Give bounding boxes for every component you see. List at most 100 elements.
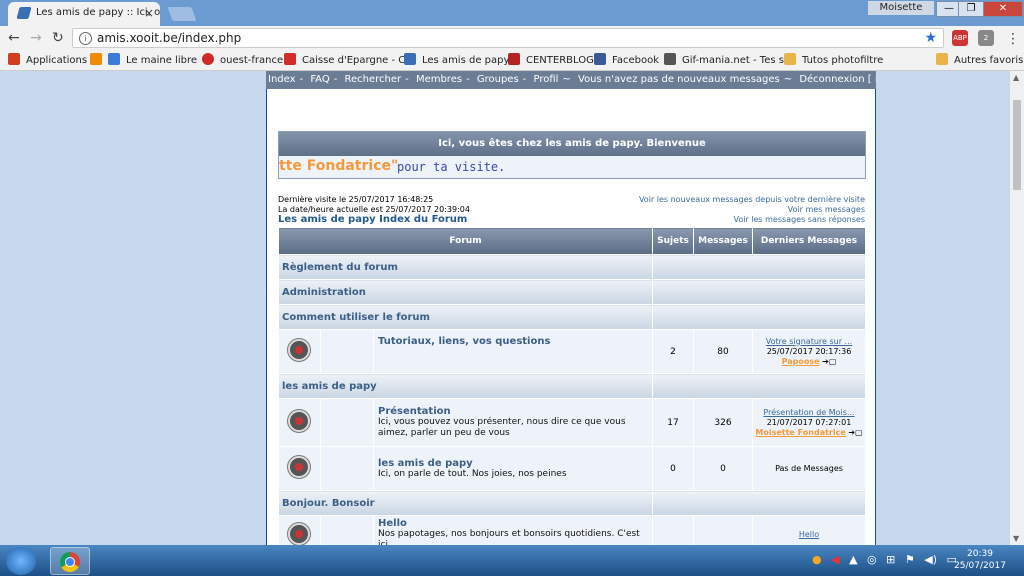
- volume-icon[interactable]: ◀): [924, 553, 937, 566]
- goto-last-post-icon[interactable]: ➔▢: [848, 428, 862, 437]
- category-row: Règlement du forum: [278, 254, 866, 280]
- tray-flag-icon[interactable]: ⚑: [905, 553, 915, 566]
- bookmark-applications[interactable]: Applications: [8, 53, 87, 66]
- last-post-user-link[interactable]: Moisette Fondatrice: [755, 428, 845, 437]
- category-link[interactable]: les amis de papy: [278, 373, 653, 399]
- bookmark-les-amis-de-papy[interactable]: Les amis de papy: [404, 53, 509, 66]
- category-link[interactable]: Règlement du forum: [278, 254, 653, 280]
- chrome-taskbar-button[interactable]: [50, 547, 90, 575]
- reload-icon[interactable]: ↻: [52, 30, 64, 46]
- forward-arrow-icon[interactable]: →: [30, 30, 42, 46]
- forum-link[interactable]: les amis de papy: [378, 458, 648, 469]
- browser-tab[interactable]: Les amis de papy :: Ici, on ×: [8, 2, 160, 26]
- address-bar[interactable]: i amis.xooit.be/index.php ★: [72, 28, 944, 48]
- tray-windows-icon[interactable]: ⊞: [886, 553, 895, 566]
- last-post-link[interactable]: Votre signature sur ...: [753, 337, 865, 347]
- bookmark-tutos-photofiltre[interactable]: Tutos photofiltre: [784, 53, 883, 66]
- forum-index-link[interactable]: Les amis de papy Index du Forum: [278, 215, 470, 225]
- tray-network-icon[interactable]: ◎: [867, 553, 877, 566]
- bookmark-favicon-icon: [108, 53, 120, 65]
- new-tab-button[interactable]: [167, 7, 197, 21]
- tab-close-icon[interactable]: ×: [144, 6, 154, 20]
- folder-icon: [936, 53, 948, 65]
- start-button-icon[interactable]: [6, 547, 36, 575]
- nav-logout-link[interactable]: Déconnexion [ Moisette Fondatrice: [799, 74, 876, 85]
- category-row: Administration: [278, 279, 866, 305]
- last-post-user-link[interactable]: Papoose: [782, 357, 820, 366]
- bookmark-star-icon[interactable]: ★: [924, 29, 937, 47]
- maximize-button[interactable]: ❐: [958, 1, 984, 17]
- profile-button[interactable]: Moisette: [868, 1, 934, 15]
- last-post-cell: Hello: [752, 515, 866, 545]
- scroll-down-icon[interactable]: ▼: [1013, 534, 1019, 543]
- last-post-cell: Pas de Messages: [752, 446, 866, 491]
- bookmark-favicon-icon: [404, 53, 416, 65]
- last-post-date: 25/07/2017 20:17:36: [766, 346, 852, 356]
- forum-status-icon: [288, 456, 310, 478]
- last-post-link[interactable]: Hello: [753, 530, 865, 540]
- nav-members-link[interactable]: Membres: [416, 74, 462, 85]
- bookmark-caisse-epargne[interactable]: Caisse d'Epargne - Ca: [284, 53, 411, 66]
- info-icon[interactable]: i: [79, 32, 92, 45]
- back-arrow-icon[interactable]: ←: [8, 30, 20, 46]
- adblock-extension-icon[interactable]: ABP: [952, 30, 968, 46]
- category-link[interactable]: Administration: [278, 279, 653, 305]
- nav-index-link[interactable]: Index: [268, 74, 296, 85]
- page-viewport: Index - FAQ - Rechercher - Membres - Groupes…: [0, 71, 1010, 545]
- my-messages-link[interactable]: Voir mes messages: [639, 205, 865, 215]
- bookmark-favicon-icon: [784, 53, 796, 65]
- last-post-cell: Présentation de Mois... 21/07/2017 07:27…: [752, 398, 866, 447]
- bookmark-gif-mania[interactable]: Gif-mania.net - Tes si: [664, 53, 787, 66]
- category-link[interactable]: Bonjour. Bonsoir: [278, 490, 653, 516]
- tray-arrow-icon[interactable]: ▲: [849, 553, 857, 566]
- tray-app-icon[interactable]: ●: [812, 553, 822, 566]
- header-last-messages: Derniers Messages: [752, 227, 866, 255]
- url-text: amis.xooit.be/index.php: [97, 31, 242, 45]
- page-scrollbar[interactable]: ▲ ▼: [1010, 71, 1024, 545]
- bookmark-favicon-icon: [664, 53, 676, 65]
- clock-date: 25/07/2017: [954, 561, 1006, 571]
- forum-description: Ici, vous pouvez vous présenter, nous di…: [378, 417, 626, 438]
- forum-table: Forum Sujets Messages Derniers Messages …: [278, 227, 866, 545]
- forum-link[interactable]: Hello: [378, 518, 648, 529]
- tab-title: Les amis de papy :: Ici, on: [36, 7, 160, 18]
- nav-faq-link[interactable]: FAQ: [310, 74, 329, 85]
- new-since-link[interactable]: Voir les nouveaux messages depuis votre …: [639, 195, 865, 205]
- forum-link[interactable]: Présentation: [378, 406, 648, 417]
- last-post-link[interactable]: Présentation de Mois...: [753, 408, 865, 418]
- scroll-up-icon[interactable]: ▲: [1013, 73, 1019, 82]
- bookmark-le-maine-libre[interactable]: Le maine libre: [90, 53, 197, 66]
- extension-icon[interactable]: 2: [978, 30, 994, 46]
- topics-count: [652, 515, 694, 545]
- header-topics: Sujets: [652, 227, 694, 255]
- goto-last-post-icon[interactable]: ➔▢: [822, 357, 836, 366]
- bookmark-facebook[interactable]: Facebook: [594, 53, 659, 66]
- category-row: Comment utiliser le forum: [278, 304, 866, 330]
- forum-status-icon: [288, 523, 310, 545]
- nav-new-messages-link[interactable]: Vous n'avez pas de nouveaux messages: [578, 74, 780, 85]
- scrollbar-thumb[interactable]: [1013, 100, 1021, 190]
- category-row: Bonjour. Bonsoir: [278, 490, 866, 516]
- forum-row: Tutoriaux, liens, vos questions 2 80 Vot…: [278, 329, 866, 374]
- nav-groups-link[interactable]: Groupes: [477, 74, 519, 85]
- nav-profile-link[interactable]: Profil: [533, 74, 558, 85]
- topics-count: 0: [652, 446, 694, 491]
- window-close-button[interactable]: ✕: [983, 1, 1023, 17]
- last-post-cell: Votre signature sur ... 25/07/2017 20:17…: [752, 329, 866, 374]
- unanswered-link[interactable]: Voir les messages sans réponses: [639, 215, 865, 225]
- forum-description: Nos papotages, nos bonjours et bonsoirs …: [378, 529, 640, 545]
- chrome-icon: [60, 552, 80, 572]
- bookmark-ouest-france[interactable]: ouest-france: [202, 53, 283, 66]
- system-tray: ● ◀ ▲ ◎ ⊞ ⚑ ◀) ▭: [812, 553, 963, 566]
- tray-speaker-icon[interactable]: ◀: [831, 553, 839, 566]
- category-link[interactable]: Comment utiliser le forum: [278, 304, 653, 330]
- nav-search-link[interactable]: Rechercher: [345, 74, 402, 85]
- topics-count: 2: [652, 329, 694, 374]
- table-header: Forum Sujets Messages Derniers Messages: [278, 227, 866, 255]
- bookmark-centerblog[interactable]: CENTERBLOG: [508, 53, 594, 66]
- forum-link[interactable]: Tutoriaux, liens, vos questions: [378, 336, 648, 347]
- browser-menu-icon[interactable]: ⋮: [1006, 31, 1020, 47]
- forum-status-icon: [288, 339, 310, 361]
- taskbar-clock[interactable]: 20:39 25/07/2017: [950, 548, 1010, 572]
- bookmark-other-favorites[interactable]: Autres favoris: [936, 53, 1023, 66]
